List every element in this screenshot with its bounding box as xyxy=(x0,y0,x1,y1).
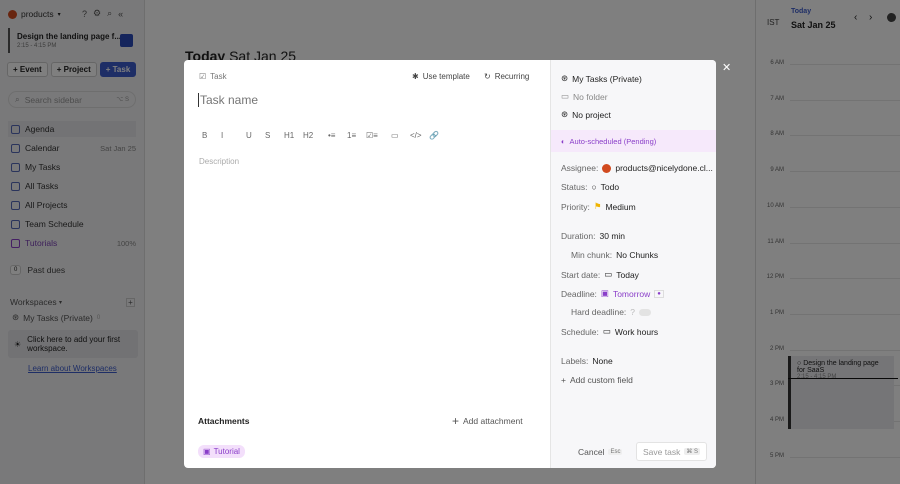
book-icon: ▣ xyxy=(203,447,211,456)
task-type-label: Task xyxy=(210,72,227,81)
calendar-icon: ▣ xyxy=(600,288,609,298)
save-task-button[interactable]: Save task ⌘ S xyxy=(636,442,707,461)
bold-icon[interactable]: B xyxy=(202,131,221,140)
recurring-icon: ↻ xyxy=(484,72,491,81)
hard-deadline-toggle[interactable] xyxy=(639,308,652,316)
project-icon: ⊛ xyxy=(561,109,569,119)
auto-schedule-banner[interactable]: ◐ Auto-scheduled (Pending) xyxy=(551,130,716,152)
status-select[interactable]: Todo xyxy=(601,182,619,192)
status-circle-icon: ○ xyxy=(591,182,597,192)
min-chunk-select[interactable]: No Chunks xyxy=(616,250,658,260)
tutorial-tag[interactable]: ▣ Tutorial xyxy=(198,445,245,458)
deadline-select[interactable]: Tomorrow xyxy=(613,289,650,299)
task-checkbox-icon: ☑ xyxy=(199,72,207,81)
strikethrough-icon[interactable]: S xyxy=(265,131,284,140)
auto-schedule-icon: ◐ xyxy=(561,136,566,146)
code-icon[interactable]: </> xyxy=(410,131,429,140)
workspace-select[interactable]: ⊛ My Tasks (Private) xyxy=(561,73,642,84)
task-properties-panel: ⊛ My Tasks (Private) ▭ No folder ⊛ No proje… xyxy=(550,60,716,468)
bullet-list-icon[interactable]: •≡ xyxy=(328,131,347,140)
duration-label: Duration: xyxy=(561,231,596,241)
numbered-list-icon[interactable]: 1≡ xyxy=(347,131,366,140)
labels-select[interactable]: None xyxy=(592,356,612,366)
schedule-label: Schedule: xyxy=(561,326,599,337)
help-icon: ? xyxy=(630,307,636,317)
assignee-select[interactable]: products@nicelydone.cl... xyxy=(615,163,712,173)
folder-icon: ▭ xyxy=(561,91,570,101)
link-icon[interactable]: 🔗 xyxy=(429,131,448,140)
hard-deadline-label: Hard deadline: xyxy=(571,307,627,317)
globe-icon: ⊛ xyxy=(561,73,569,83)
deadline-label: Deadline: xyxy=(561,288,597,299)
flag-icon: ⚑ xyxy=(593,201,602,211)
folder-select[interactable]: ▭ No folder xyxy=(561,91,608,102)
duration-select[interactable]: 30 min xyxy=(600,231,626,241)
project-select[interactable]: ⊛ No project xyxy=(561,109,611,120)
add-attachment-button[interactable]: + Add attachment xyxy=(452,414,523,428)
create-task-modal: ☑Task ✱Use template ↻Recurring BIUSH1H2 •… xyxy=(184,60,716,468)
plus-icon: + xyxy=(561,375,566,385)
checklist-icon[interactable]: ☑≡ xyxy=(366,131,385,140)
template-icon: ✱ xyxy=(412,72,419,81)
formatting-toolbar: B I U S H1 H2 •≡ 1≡ ☑≡ ▭ </> 🔗 xyxy=(202,131,448,140)
close-icon[interactable]: ✕ xyxy=(722,61,731,74)
cancel-button[interactable]: Cancel Esc xyxy=(578,447,623,457)
image-icon[interactable]: ▭ xyxy=(391,131,410,140)
plus-icon: + xyxy=(452,414,460,428)
heading1-icon[interactable]: H1 xyxy=(284,131,303,140)
deadline-type-icon[interactable]: ● xyxy=(654,289,664,298)
assignee-avatar xyxy=(602,163,612,173)
add-custom-field-button[interactable]: + Add custom field xyxy=(561,375,633,385)
status-label: Status: xyxy=(561,182,588,192)
recurring-button[interactable]: ↻ Recurring xyxy=(484,72,529,81)
task-name-input[interactable] xyxy=(198,93,528,107)
use-template-button[interactable]: ✱ Use template xyxy=(412,72,470,81)
min-chunk-label: Min chunk: xyxy=(571,250,613,260)
heading2-icon[interactable]: H2 xyxy=(303,131,322,140)
start-date-select[interactable]: Today xyxy=(616,270,639,280)
italic-icon[interactable]: I xyxy=(221,131,240,140)
priority-select[interactable]: Medium xyxy=(605,202,635,212)
assignee-label: Assignee: xyxy=(561,163,599,173)
attachments-heading: Attachments xyxy=(198,416,250,426)
schedule-select[interactable]: Work hours xyxy=(615,327,658,337)
start-date-label: Start date: xyxy=(561,269,601,280)
underline-icon[interactable]: U xyxy=(246,131,265,140)
priority-label: Priority: xyxy=(561,201,590,212)
labels-label: Labels: xyxy=(561,356,589,366)
calendar-icon: ▭ xyxy=(604,269,613,279)
description-input[interactable]: Description xyxy=(199,157,529,397)
schedule-icon: ▭ xyxy=(602,326,611,336)
